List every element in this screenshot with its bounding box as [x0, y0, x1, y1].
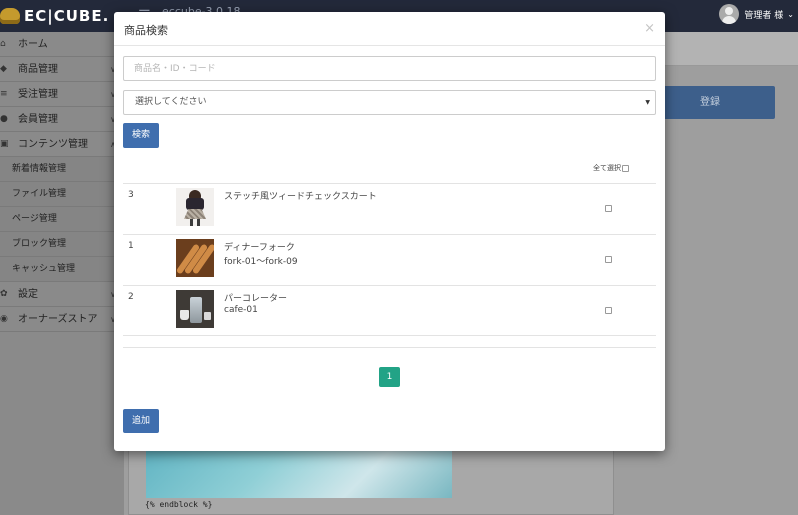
product-code: fork-01～fork-09: [224, 257, 298, 267]
product-name: パーコレーター: [224, 294, 288, 304]
product-name: ディナーフォーク: [224, 243, 295, 253]
select-all[interactable]: 全て選択: [593, 163, 629, 173]
product-thumbnail: [176, 290, 214, 328]
table-row: 2 パーコレーター cafe-01: [123, 285, 656, 336]
category-select-value: 選択してください: [135, 97, 207, 107]
results-table: 3 ステッチ風ツィードチェックスカート 1 ディナーフォーク fork-01～f…: [123, 183, 656, 336]
row-checkbox[interactable]: [605, 307, 612, 314]
add-button[interactable]: 追加: [123, 409, 159, 433]
divider: [123, 347, 656, 348]
close-icon[interactable]: ×: [644, 21, 655, 36]
category-select[interactable]: 選択してください ▼: [123, 90, 656, 115]
product-id: 3: [128, 190, 134, 200]
pagination-page[interactable]: 1: [379, 367, 400, 387]
row-checkbox[interactable]: [605, 205, 612, 212]
caret-down-icon: ▼: [645, 99, 650, 106]
select-all-checkbox[interactable]: [622, 164, 629, 172]
product-id: 1: [128, 241, 134, 251]
table-row: 3 ステッチ風ツィードチェックスカート: [123, 183, 656, 234]
select-all-label: 全て選択: [593, 164, 621, 172]
table-row: 1 ディナーフォーク fork-01～fork-09: [123, 234, 656, 285]
product-name: ステッチ風ツィードチェックスカート: [224, 192, 377, 202]
search-input[interactable]: [123, 56, 656, 81]
product-code: cafe-01: [224, 305, 258, 315]
modal-title: 商品検索: [124, 24, 168, 37]
modal-header: 商品検索 ×: [114, 12, 665, 46]
product-thumbnail: [176, 239, 214, 277]
product-search-modal: 商品検索 × 選択してください ▼ 検索 全て選択 3 ステッチ風ツィードチェッ…: [114, 12, 665, 451]
search-button[interactable]: 検索: [123, 123, 159, 148]
row-checkbox[interactable]: [605, 256, 612, 263]
product-thumbnail: [176, 188, 214, 226]
product-id: 2: [128, 292, 134, 302]
